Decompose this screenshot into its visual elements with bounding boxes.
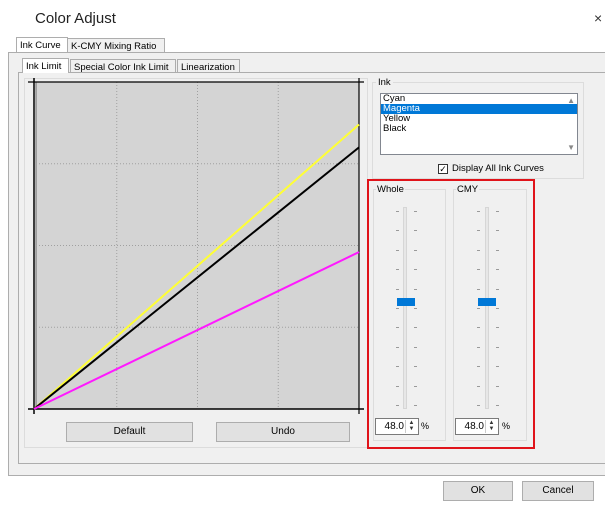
- ink-group-label: Ink: [376, 77, 393, 88]
- slider-tick: [496, 308, 499, 309]
- slider-tick: [396, 269, 399, 271]
- slider-tick: [396, 405, 399, 406]
- whole-unit: %: [421, 421, 430, 431]
- slider-tick: [496, 288, 499, 290]
- slider-tick: [477, 405, 480, 406]
- close-icon[interactable]: ×: [594, 10, 602, 26]
- scroll-down-icon[interactable]: ▼: [567, 143, 575, 153]
- slider-tick: [396, 211, 399, 212]
- slider-tick: [414, 346, 417, 348]
- cmy-slider-thumb[interactable]: [478, 298, 496, 307]
- spin-arrows-icon[interactable]: ▲ ▼: [405, 420, 417, 433]
- slider-tick: [414, 327, 417, 329]
- slider-tick: [496, 211, 499, 212]
- cmy-value-spinner[interactable]: 48.0 ▲ ▼: [455, 418, 499, 435]
- subtab-ink-limit[interactable]: Ink Limit: [22, 58, 69, 73]
- window-title: Color Adjust: [35, 10, 116, 27]
- whole-slider-thumb[interactable]: [397, 298, 415, 307]
- slider-tick: [477, 269, 480, 271]
- slider-tick: [496, 269, 499, 271]
- slider-tick: [414, 366, 417, 368]
- slider-tick: [477, 308, 480, 309]
- slider-tick: [477, 211, 480, 212]
- ink-listbox[interactable]: Cyan Magenta Yellow Black ▲ ▼: [380, 93, 578, 155]
- display-all-label: Display All Ink Curves: [452, 163, 544, 174]
- cmy-unit: %: [502, 421, 511, 431]
- slider-tick: [477, 230, 480, 232]
- slider-tick: [414, 211, 417, 212]
- slider-tick: [396, 230, 399, 232]
- slider-tick: [414, 288, 417, 290]
- slider-tick: [396, 327, 399, 329]
- tab-label: K-CMY Mixing Ratio: [71, 41, 157, 52]
- slider-tick: [496, 230, 499, 232]
- slider-tick: [477, 288, 480, 290]
- slider-tick: [477, 249, 480, 251]
- slider-tick: [414, 405, 417, 406]
- cmy-value: 48.0: [464, 421, 484, 432]
- undo-button[interactable]: Undo: [216, 422, 350, 442]
- slider-tick: [414, 385, 417, 387]
- subtab-label: Ink Limit: [26, 61, 62, 72]
- tab-ink-curve[interactable]: Ink Curve: [16, 37, 68, 52]
- slider-tick: [396, 366, 399, 368]
- slider-tick: [496, 405, 499, 406]
- ink-option-magenta[interactable]: Magenta: [381, 104, 577, 114]
- cancel-button[interactable]: Cancel: [522, 481, 594, 501]
- whole-value: 48.0: [384, 421, 404, 432]
- slider-tick: [396, 346, 399, 348]
- slider-tick: [477, 366, 480, 368]
- cmy-slider-track[interactable]: [485, 207, 489, 409]
- slider-tick: [477, 385, 480, 387]
- slider-tick: [414, 308, 417, 309]
- cmy-groupbox: [453, 189, 527, 441]
- ink-option-black[interactable]: Black: [381, 124, 577, 134]
- ink-option-yellow[interactable]: Yellow: [381, 114, 577, 124]
- scroll-up-icon[interactable]: ▲: [567, 96, 575, 106]
- whole-label: Whole: [376, 184, 405, 195]
- slider-tick: [396, 385, 399, 387]
- display-all-checkbox[interactable]: ✓: [438, 164, 448, 174]
- default-button[interactable]: Default: [66, 422, 193, 442]
- slider-tick: [496, 346, 499, 348]
- ink-curve-graph[interactable]: [24, 76, 368, 420]
- slider-tick: [396, 308, 399, 309]
- slider-tick: [396, 288, 399, 290]
- whole-slider-track[interactable]: [403, 207, 407, 409]
- slider-tick: [477, 346, 480, 348]
- slider-tick: [414, 269, 417, 271]
- slider-tick: [414, 249, 417, 251]
- slider-tick: [496, 366, 499, 368]
- slider-tick: [414, 230, 417, 232]
- whole-value-spinner[interactable]: 48.0 ▲ ▼: [375, 418, 419, 435]
- slider-tick: [396, 249, 399, 251]
- slider-tick: [496, 385, 499, 387]
- cmy-label: CMY: [456, 184, 480, 195]
- checkmark-icon: ✓: [439, 164, 447, 174]
- spin-arrows-icon[interactable]: ▲ ▼: [485, 420, 497, 433]
- tab-label: Ink Curve: [20, 40, 61, 51]
- tab-k-cmy-mixing-ratio[interactable]: K-CMY Mixing Ratio: [67, 38, 165, 53]
- slider-tick: [496, 327, 499, 329]
- whole-groupbox: [373, 189, 446, 441]
- slider-tick: [496, 249, 499, 251]
- ok-button[interactable]: OK: [443, 481, 513, 501]
- slider-tick: [477, 327, 480, 329]
